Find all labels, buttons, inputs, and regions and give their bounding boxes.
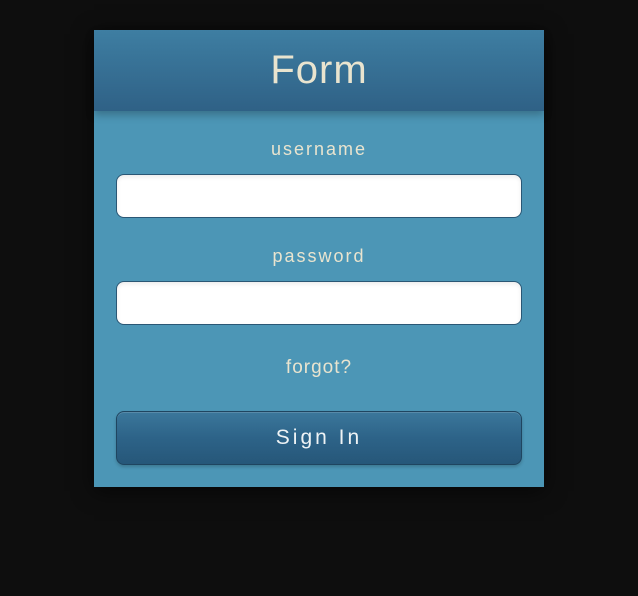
password-input[interactable] bbox=[116, 281, 522, 325]
form-title: Form bbox=[94, 48, 544, 93]
form-header: Form bbox=[94, 30, 544, 111]
username-label: username bbox=[116, 139, 522, 160]
login-form-card: Form username password forgot? Sign In bbox=[94, 30, 544, 487]
form-body: username password forgot? Sign In bbox=[94, 111, 544, 487]
forgot-link[interactable]: forgot? bbox=[286, 357, 352, 379]
password-label: password bbox=[116, 246, 522, 267]
signin-button[interactable]: Sign In bbox=[116, 411, 522, 465]
username-input[interactable] bbox=[116, 174, 522, 218]
